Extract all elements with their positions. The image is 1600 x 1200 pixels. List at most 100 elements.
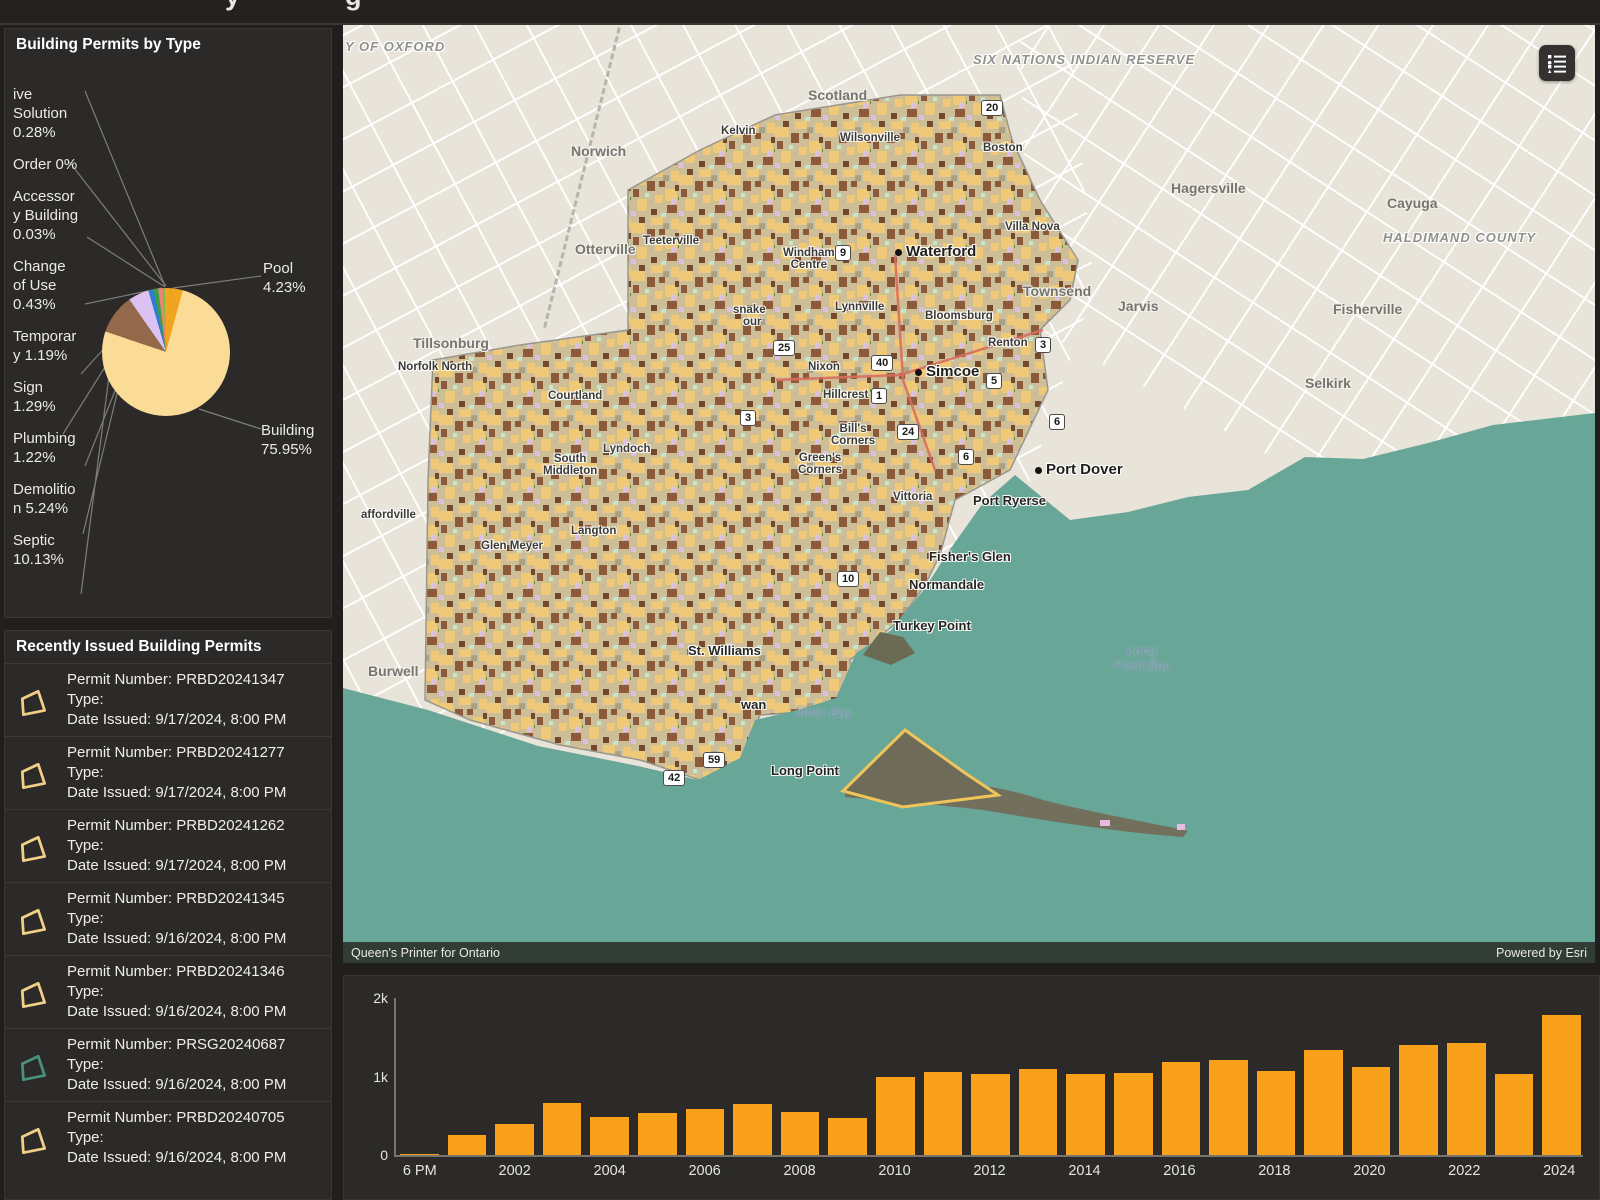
x-axis-tick: 2014 <box>1068 1163 1100 1179</box>
map-place-label: Fisherville <box>1333 301 1402 317</box>
place-dot <box>915 369 922 376</box>
permit-number: Permit Number: PRBD20241277 <box>67 743 327 763</box>
bar-2019[interactable] <box>1304 1050 1343 1155</box>
pie-label: Septic 10.13% <box>13 531 79 569</box>
pie-label: Temporary 1.19% <box>13 327 79 365</box>
map-place-label: Waterford <box>895 243 976 260</box>
map-place-label: Kelvin <box>721 125 756 137</box>
map-place-label: Wilsonville <box>840 132 900 144</box>
bar-2013[interactable] <box>1019 1069 1058 1155</box>
permits-list-panel: Recently Issued Building Permits Permit … <box>4 630 332 1200</box>
map-place-label: Nixon <box>808 361 840 373</box>
map-place-label: affordville <box>361 509 416 521</box>
legend-button[interactable] <box>1539 45 1575 81</box>
bar-2009[interactable] <box>828 1118 867 1155</box>
permit-number: Permit Number: PRBD20241346 <box>67 962 327 982</box>
map-place-label: Glen Meyer <box>481 540 543 552</box>
bar-2001[interactable] <box>448 1135 487 1155</box>
bar-2002[interactable] <box>495 1124 534 1155</box>
permit-type: Type: <box>67 1055 327 1075</box>
x-axis-tick: 2006 <box>688 1163 720 1179</box>
pie-label: Order 0% <box>13 155 79 174</box>
map-place-label: Selkirk <box>1305 375 1351 391</box>
permit-date: Date Issued: 9/17/2024, 8:00 PM <box>67 783 327 803</box>
permit-list-item[interactable]: Permit Number: PRBD20241347 Type: Date I… <box>5 663 332 736</box>
permit-list-item[interactable]: Permit Number: PRBD20240705 Type: Date I… <box>5 1101 332 1174</box>
map-place-label: Port Dover <box>1035 461 1123 478</box>
permit-type: Type: <box>67 909 327 929</box>
x-axis-tick: 2024 <box>1543 1163 1575 1179</box>
permit-date: Date Issued: 9/16/2024, 8:00 PM <box>67 1002 327 1022</box>
map-place-label: Bill's Corners <box>831 423 875 447</box>
bar-2008[interactable] <box>781 1112 820 1155</box>
permit-list-item[interactable]: Permit Number: PRBD20241346 Type: Date I… <box>5 955 332 1028</box>
pie-chart-panel: Building Permits by Type ive Solution 0.… <box>4 28 332 618</box>
pie-label: ive Solution 0.28% <box>13 85 79 142</box>
map-place-label: Teeterville <box>643 235 699 247</box>
permit-list-item[interactable]: Permit Number: PRBD20241277 Type: Date I… <box>5 736 332 809</box>
x-axis-tick: 2008 <box>783 1163 815 1179</box>
map-place-label: SIX NATIONS INDIAN RESERVE <box>973 52 1195 67</box>
pie-label: Accessory Building 0.03% <box>13 187 79 244</box>
map-place-label: Hagersville <box>1171 180 1246 196</box>
map-place-label: Simcoe <box>915 363 979 380</box>
permit-number: Permit Number: PRBD20240705 <box>67 1108 327 1128</box>
pie-panel-title: Building Permits by Type <box>16 36 201 54</box>
bar-2012[interactable] <box>971 1074 1010 1155</box>
bar-2000[interactable] <box>400 1154 439 1155</box>
bar-2016[interactable] <box>1162 1062 1201 1155</box>
permit-list-item[interactable]: Permit Number: PRBD20241345 Type: Date I… <box>5 882 332 955</box>
map-canvas[interactable]: Y OF OXFORDSIX NATIONS INDIAN RESERVEHAL… <box>343 25 1595 963</box>
bar-2014[interactable] <box>1066 1074 1105 1155</box>
pie-chart[interactable] <box>102 288 230 416</box>
bar-2007[interactable] <box>733 1104 772 1155</box>
bar-2011[interactable] <box>924 1072 963 1155</box>
permit-date: Date Issued: 9/17/2024, 8:00 PM <box>67 710 327 730</box>
map-place-label: Lynnville <box>835 301 884 313</box>
bar-2020[interactable] <box>1352 1067 1391 1155</box>
permit-number: Permit Number: PRBD20241262 <box>67 816 327 836</box>
map-place-label: wan <box>741 697 766 712</box>
pie-label-pool: Pool 4.23% <box>263 259 329 297</box>
parcel-polygon-icon <box>17 1124 51 1158</box>
highway-shield: 24 <box>897 424 919 440</box>
bar-2017[interactable] <box>1209 1060 1248 1155</box>
highway-shield: 9 <box>835 245 851 261</box>
bar-2004[interactable] <box>590 1117 629 1155</box>
x-axis-tick: 2016 <box>1163 1163 1195 1179</box>
pie-label: Sign 1.29% <box>13 378 79 416</box>
permit-list-item[interactable]: Permit Number: PRBD20241262 Type: Date I… <box>5 809 332 882</box>
bar-2015[interactable] <box>1114 1073 1153 1155</box>
permit-list-item[interactable]: Permit Number: PRSG20240687 Type: Date I… <box>5 1028 332 1101</box>
map-place-label: Boston <box>983 142 1023 154</box>
bar-2018[interactable] <box>1257 1071 1296 1155</box>
bar-2006[interactable] <box>686 1109 725 1155</box>
map-place-label: Port Ryerse <box>973 493 1046 508</box>
map-place-label: St. Williams <box>688 643 761 658</box>
map-place-label: Renton <box>988 337 1028 349</box>
parcel-polygon-icon <box>17 905 51 939</box>
x-axis-tick: 2020 <box>1353 1163 1385 1179</box>
map-place-label: Green's Corners <box>798 452 842 476</box>
page-title-fragment: y <box>225 0 240 12</box>
pie-label: Change of Use 0.43% <box>13 257 79 314</box>
pie-label-building: Building 75.95% <box>261 421 327 459</box>
bar-2023[interactable] <box>1495 1074 1534 1155</box>
highway-shield: 3 <box>1035 337 1051 353</box>
bar-2003[interactable] <box>543 1103 582 1155</box>
bar-2010[interactable] <box>876 1077 915 1156</box>
map-place-label: Otterville <box>575 241 636 257</box>
permit-type: Type: <box>67 1128 327 1148</box>
y-axis-tick: 0 <box>380 1147 388 1163</box>
bar-2024[interactable] <box>1542 1015 1581 1155</box>
map-features <box>343 25 1595 963</box>
x-axis-tick: 2018 <box>1258 1163 1290 1179</box>
bar-2022[interactable] <box>1447 1043 1486 1155</box>
bar-2005[interactable] <box>638 1113 677 1155</box>
highway-shield: 59 <box>703 752 725 768</box>
permit-number: Permit Number: PRBD20241345 <box>67 889 327 909</box>
permit-date: Date Issued: 9/17/2024, 8:00 PM <box>67 856 327 876</box>
bar-chart-panel: 2k 1k 0 6 PM2002200420062008201020122014… <box>343 975 1600 1200</box>
parcel-polygon-icon <box>17 759 51 793</box>
bar-2021[interactable] <box>1399 1045 1438 1155</box>
